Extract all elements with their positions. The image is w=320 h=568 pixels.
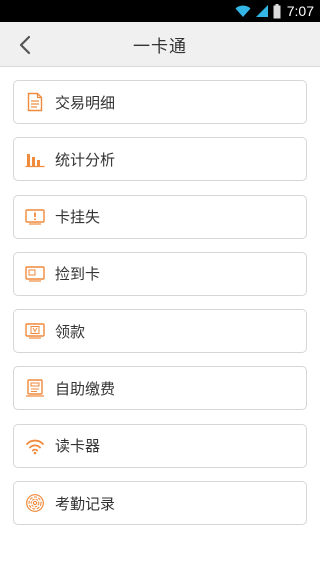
card-found-icon xyxy=(25,264,45,284)
page-title: 一卡通 xyxy=(133,36,187,57)
menu-item-label: 读卡器 xyxy=(55,437,101,456)
menu-item-label: 卡挂失 xyxy=(55,208,101,227)
menu-item-label: 捡到卡 xyxy=(55,265,101,284)
menu-list: 交易明细 统计分析 卡挂失 捡到卡 领款 自助缴费 读卡器 考勤记录 xyxy=(0,67,320,526)
menu-item-card-reader[interactable]: 读卡器 xyxy=(13,423,307,468)
wifi-signal-icon xyxy=(235,4,251,18)
menu-item-statistics[interactable]: 统计分析 xyxy=(13,137,307,182)
battery-icon xyxy=(273,3,281,19)
menu-item-transaction-details[interactable]: 交易明细 xyxy=(13,80,307,124)
back-button[interactable] xyxy=(8,22,42,67)
menu-item-found-card[interactable]: 捡到卡 xyxy=(13,251,307,296)
status-bar: 7:07 xyxy=(0,0,320,22)
menu-item-label: 考勤记录 xyxy=(55,494,116,513)
fingerprint-icon xyxy=(25,493,45,513)
header-bar: 一卡通 xyxy=(0,22,320,67)
payment-icon xyxy=(25,378,45,398)
menu-item-collect-money[interactable]: 领款 xyxy=(13,309,307,354)
money-icon xyxy=(25,321,45,341)
chevron-left-icon xyxy=(19,35,31,54)
menu-item-label: 统计分析 xyxy=(55,150,116,169)
menu-item-attendance[interactable]: 考勤记录 xyxy=(13,481,307,526)
card-alert-icon xyxy=(25,207,45,227)
menu-item-label: 自助缴费 xyxy=(55,379,116,398)
status-time: 7:07 xyxy=(286,3,314,19)
app-screen: 7:07 一卡通 交易明细 统计分析 卡挂失 捡到卡 领款 自助缴费 读卡器 考… xyxy=(0,0,320,568)
cell-signal-icon xyxy=(255,4,269,18)
wifi-icon xyxy=(25,436,45,456)
menu-item-report-lost-card[interactable]: 卡挂失 xyxy=(13,194,307,239)
bar-chart-icon xyxy=(25,149,45,169)
menu-item-label: 领款 xyxy=(55,322,86,341)
menu-item-label: 交易明细 xyxy=(55,93,116,112)
menu-item-self-payment[interactable]: 自助缴费 xyxy=(13,366,307,411)
document-icon xyxy=(25,92,45,112)
